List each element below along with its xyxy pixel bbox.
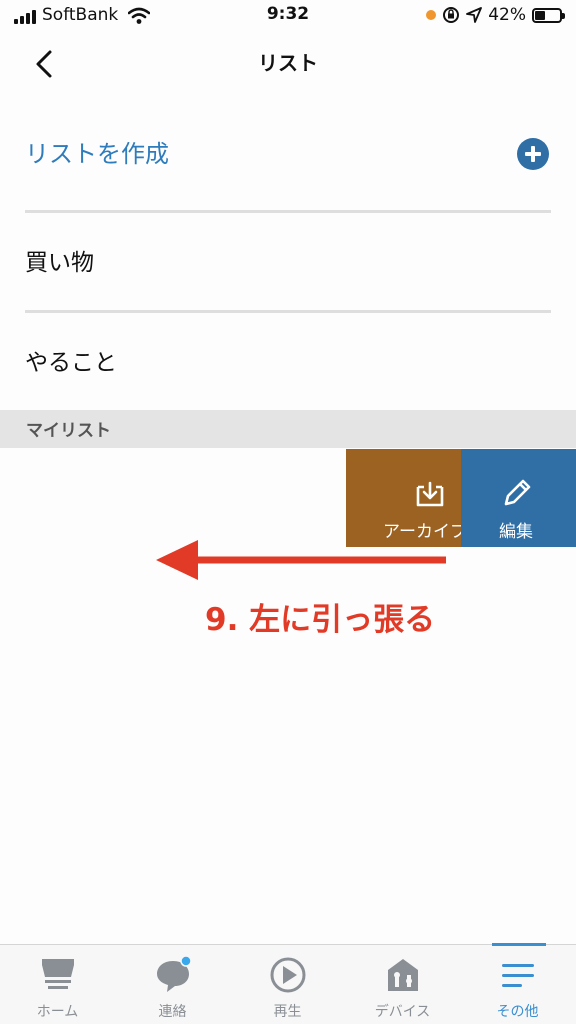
play-icon bbox=[270, 957, 306, 993]
tab-label: その他 bbox=[496, 1004, 539, 1020]
tab-more[interactable]: その他 bbox=[460, 945, 575, 1024]
swipe-actions: アーカイブ 編集 bbox=[346, 449, 576, 547]
edit-button[interactable]: 編集 bbox=[461, 449, 576, 547]
create-list-label[interactable]: リストを作成 bbox=[25, 134, 169, 169]
status-bar: SoftBank 9:32 42% bbox=[0, 0, 576, 34]
archive-button[interactable]: アーカイブ bbox=[346, 449, 467, 547]
lock-rotation-icon bbox=[443, 7, 460, 23]
home-icon bbox=[42, 959, 74, 989]
nav-bar: リスト bbox=[0, 34, 576, 94]
tab-bar: ホーム 連絡 再生 デバイス その他 bbox=[0, 943, 576, 1024]
tab-contacts[interactable]: 連絡 bbox=[115, 945, 230, 1024]
page-title: リスト bbox=[258, 51, 318, 75]
create-list-row[interactable]: リストを作成 bbox=[25, 112, 551, 210]
plus-circle-icon[interactable] bbox=[517, 138, 549, 170]
tab-play[interactable]: 再生 bbox=[230, 945, 345, 1024]
tab-label: ホーム bbox=[36, 1004, 79, 1020]
tab-label: 再生 bbox=[273, 1004, 302, 1020]
orange-dot bbox=[426, 10, 437, 20]
list-item-label: 買い物 bbox=[25, 250, 94, 276]
list-item-todo[interactable]: やること bbox=[25, 313, 551, 409]
instruction-text: 9. 左に引っ張る bbox=[205, 602, 436, 638]
chat-bubble-icon bbox=[157, 955, 192, 992]
archive-download-icon bbox=[416, 481, 444, 507]
list-item-shopping[interactable]: 買い物 bbox=[25, 213, 551, 309]
edit-label: 編集 bbox=[499, 522, 533, 542]
battery-icon bbox=[532, 7, 565, 23]
menu-icon bbox=[502, 964, 534, 987]
tab-label: 連絡 bbox=[158, 1004, 187, 1020]
tab-label: デバイス bbox=[374, 1004, 431, 1020]
status-indicators: 42% bbox=[426, 5, 565, 25]
tab-home[interactable]: ホーム bbox=[0, 945, 115, 1024]
devices-icon bbox=[388, 959, 418, 991]
battery-percent: 42% bbox=[488, 5, 526, 25]
list-item-label: やること bbox=[25, 350, 117, 376]
left-arrow bbox=[156, 540, 446, 580]
section-label: マイリスト bbox=[26, 421, 111, 441]
pencil-icon bbox=[504, 479, 531, 506]
section-header-my-lists: マイリスト bbox=[0, 410, 576, 448]
location-icon bbox=[466, 7, 483, 23]
tab-devices[interactable]: デバイス bbox=[345, 945, 460, 1024]
